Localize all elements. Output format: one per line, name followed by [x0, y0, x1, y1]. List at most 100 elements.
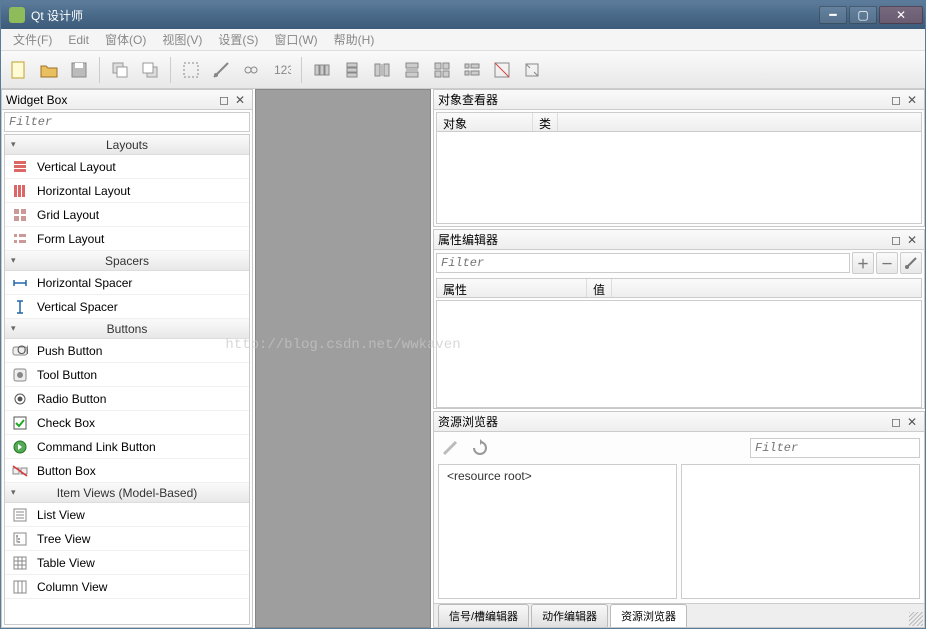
col-value[interactable]: 值 [587, 279, 612, 297]
dock-float-button[interactable]: ◻ [888, 233, 904, 247]
widget-item[interactable]: Vertical Layout [5, 155, 249, 179]
widget-item-label: Radio Button [37, 392, 106, 406]
property-body[interactable] [436, 300, 922, 408]
widget-item[interactable]: Horizontal Spacer [5, 271, 249, 295]
add-property-button[interactable]: ＋ [852, 252, 874, 274]
toolbtn-icon [11, 366, 29, 384]
menu-window[interactable]: 窗口(W) [266, 29, 325, 50]
widget-item[interactable]: OK Push Button [5, 339, 249, 363]
close-button[interactable]: ✕ [879, 6, 923, 24]
menu-help[interactable]: 帮助(H) [326, 29, 383, 50]
dock-close-button[interactable]: ✕ [904, 415, 920, 429]
widget-item[interactable]: Table View [5, 551, 249, 575]
widget-group-header[interactable]: ▾Buttons [5, 319, 249, 339]
widget-item[interactable]: Form Layout [5, 227, 249, 251]
svg-text:OK: OK [17, 343, 28, 357]
dock-float-button[interactable]: ◻ [216, 93, 232, 107]
collapse-icon: ▾ [11, 255, 16, 266]
send-back-button[interactable] [106, 56, 134, 84]
dock-close-button[interactable]: ✕ [904, 233, 920, 247]
resource-root-label: <resource root> [447, 469, 532, 483]
resource-filter-input[interactable] [750, 438, 920, 458]
layout-grid-button[interactable] [428, 56, 456, 84]
tab-signal-slot[interactable]: 信号/槽编辑器 [438, 604, 529, 627]
widget-box-title: Widget Box [6, 93, 67, 107]
edit-buddies-button[interactable] [237, 56, 265, 84]
open-button[interactable] [35, 56, 63, 84]
widget-item[interactable]: Vertical Spacer [5, 295, 249, 319]
widget-list[interactable]: ▾LayoutsVertical LayoutHorizontal Layout… [4, 134, 250, 625]
dock-float-button[interactable]: ◻ [888, 93, 904, 107]
hspacer-icon [11, 274, 29, 292]
btnbox-icon [11, 462, 29, 480]
toolbar: 123 [1, 51, 925, 89]
widget-item-label: Button Box [37, 464, 96, 478]
reload-resource-button[interactable] [468, 436, 492, 460]
edit-resource-button[interactable] [438, 436, 462, 460]
tab-resource-browser[interactable]: 资源浏览器 [610, 604, 687, 627]
menu-edit[interactable]: Edit [60, 31, 97, 49]
tab-action-editor[interactable]: 动作编辑器 [531, 604, 608, 627]
main-window: Qt 设计师 ━ ▢ ✕ 文件(F) Edit 窗体(O) 视图(V) 设置(S… [0, 0, 926, 629]
dock-close-button[interactable]: ✕ [232, 93, 248, 107]
widget-item[interactable]: Radio Button [5, 387, 249, 411]
break-layout-button[interactable] [488, 56, 516, 84]
col-class[interactable]: 类 [533, 113, 558, 131]
layout-h-button[interactable] [308, 56, 336, 84]
widget-item[interactable]: Horizontal Layout [5, 179, 249, 203]
menu-file[interactable]: 文件(F) [5, 29, 60, 50]
col-object[interactable]: 对象 [437, 113, 533, 131]
dock-float-button[interactable]: ◻ [888, 415, 904, 429]
layout-v-splitter-button[interactable] [398, 56, 426, 84]
minimize-button[interactable]: ━ [819, 6, 847, 24]
edit-signals-button[interactable] [207, 56, 235, 84]
layout-h-splitter-button[interactable] [368, 56, 396, 84]
bring-front-button[interactable] [136, 56, 164, 84]
tableview-icon [11, 554, 29, 572]
save-button[interactable] [65, 56, 93, 84]
widget-item[interactable]: List View [5, 503, 249, 527]
remove-property-button[interactable]: － [876, 252, 898, 274]
treeview-icon [11, 530, 29, 548]
widget-item-label: Tree View [37, 532, 90, 546]
menu-view[interactable]: 视图(V) [154, 29, 210, 50]
object-inspector-body[interactable] [436, 132, 922, 224]
widget-item-label: Check Box [37, 416, 95, 430]
widget-item-label: Push Button [37, 344, 102, 358]
listview-icon [11, 506, 29, 524]
widget-item[interactable]: Tool Button [5, 363, 249, 387]
adjust-size-button[interactable] [518, 56, 546, 84]
layout-v-button[interactable] [338, 56, 366, 84]
widget-group-header[interactable]: ▾Layouts [5, 135, 249, 155]
widget-item[interactable]: Command Link Button [5, 435, 249, 459]
edit-widgets-button[interactable] [177, 56, 205, 84]
widget-item[interactable]: Column View [5, 575, 249, 599]
widget-group-header[interactable]: ▾Item Views (Model-Based) [5, 483, 249, 503]
widget-group-header[interactable]: ▾Spacers [5, 251, 249, 271]
col-property[interactable]: 属性 [437, 279, 587, 297]
widget-filter-input[interactable] [4, 112, 250, 132]
property-filter-input[interactable] [436, 253, 850, 273]
object-inspector-title: 对象查看器 [438, 91, 498, 108]
new-form-button[interactable] [5, 56, 33, 84]
maximize-button[interactable]: ▢ [849, 6, 877, 24]
widget-item[interactable]: Button Box [5, 459, 249, 483]
menu-form[interactable]: 窗体(O) [97, 29, 154, 50]
widget-item[interactable]: Tree View [5, 527, 249, 551]
widget-item[interactable]: Grid Layout [5, 203, 249, 227]
object-inspector-dock: 对象查看器 ◻ ✕ 对象 类 [433, 89, 925, 227]
design-canvas[interactable]: http://blog.csdn.net/wwkaven [255, 89, 431, 628]
resource-tree[interactable]: <resource root> [438, 464, 677, 599]
hlayout-icon [11, 182, 29, 200]
configure-button[interactable] [900, 252, 922, 274]
collapse-icon: ▾ [11, 487, 16, 498]
widget-item[interactable]: Check Box [5, 411, 249, 435]
dock-close-button[interactable]: ✕ [904, 93, 920, 107]
svg-text:123: 123 [274, 63, 291, 77]
edit-tab-order-button[interactable]: 123 [267, 56, 295, 84]
resource-preview[interactable] [681, 464, 920, 599]
widget-box-dock: Widget Box ◻ ✕ ▾LayoutsVertical LayoutHo… [1, 89, 253, 628]
resize-grip[interactable] [909, 612, 923, 626]
menu-settings[interactable]: 设置(S) [210, 29, 266, 50]
layout-form-button[interactable] [458, 56, 486, 84]
